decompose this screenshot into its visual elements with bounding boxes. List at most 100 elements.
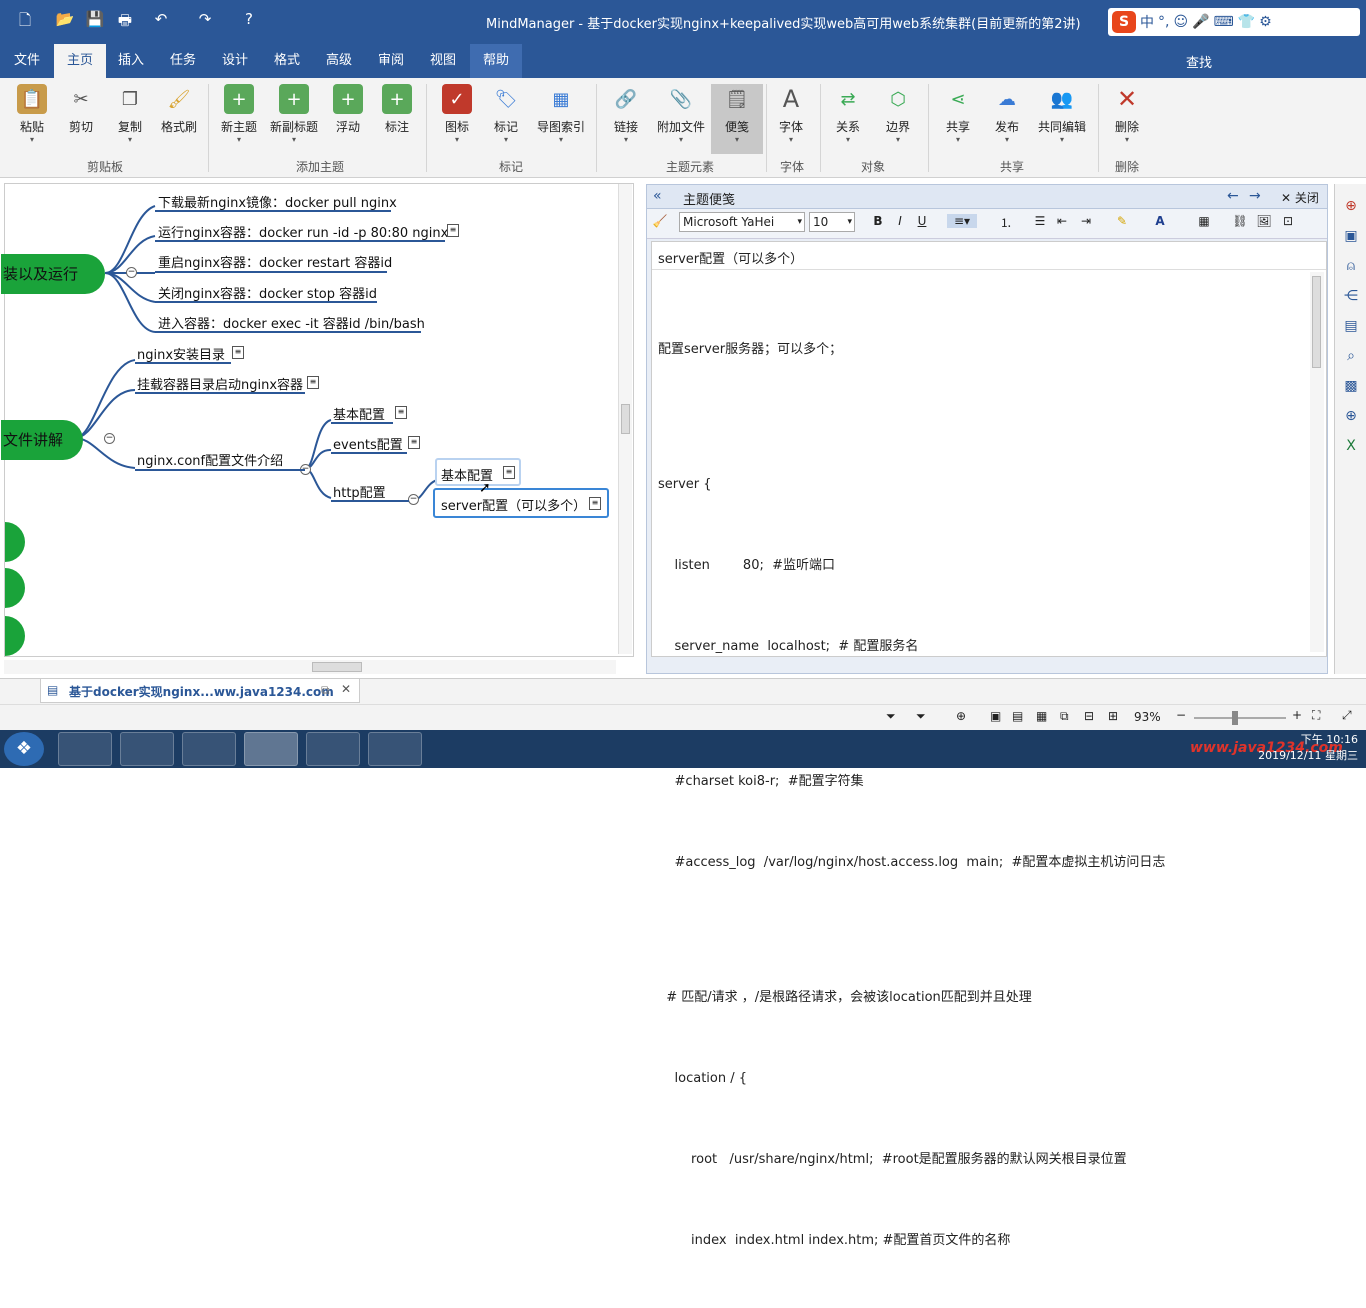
full-screen-icon[interactable]: ⤢ bbox=[1342, 708, 1352, 723]
icon-button[interactable]: ✓ 图标 ▾ bbox=[431, 84, 483, 144]
menu-insert[interactable]: 插入 bbox=[108, 44, 154, 78]
copy-button[interactable]: ❐ 复制 ▾ bbox=[104, 84, 156, 145]
skin-icon[interactable]: 👕 bbox=[1238, 14, 1255, 30]
taskbar-chrome[interactable] bbox=[306, 732, 360, 766]
note-icon[interactable]: ≡ bbox=[307, 376, 319, 389]
sogou-icon[interactable]: S bbox=[1112, 11, 1136, 33]
ime-punct[interactable]: °, bbox=[1158, 14, 1169, 30]
new-subtopic-button[interactable]: + 新副标题 ▾ bbox=[266, 84, 322, 144]
topic-stop[interactable]: 关闭nginx容器：docker stop 容器id bbox=[158, 283, 377, 302]
publish-button[interactable]: ☁ 发布 ▾ bbox=[981, 84, 1033, 145]
topic-events-config[interactable]: events配置 bbox=[333, 434, 403, 453]
paste-button[interactable]: 📋 粘贴 ▾ bbox=[6, 84, 58, 144]
underline-icon[interactable]: U bbox=[913, 214, 931, 228]
prev-arrow-icon[interactable]: ← bbox=[1227, 188, 1239, 204]
fit-page-icon[interactable]: ⛶ bbox=[1312, 708, 1320, 723]
restore-icon[interactable]: ⧉ bbox=[321, 683, 330, 698]
note-icon[interactable]: ≡ bbox=[589, 497, 601, 510]
note-icon[interactable]: ≡ bbox=[232, 346, 244, 359]
print-icon[interactable]: 🖶 bbox=[114, 10, 136, 35]
next-arrow-icon[interactable]: → bbox=[1249, 188, 1261, 204]
view-linked-icon[interactable]: ⧉ bbox=[1060, 709, 1069, 724]
taskbar-app-1[interactable] bbox=[58, 732, 112, 766]
redo-icon[interactable]: ↷ bbox=[194, 10, 216, 28]
zoom-fit-icon[interactable]: ⊕ bbox=[956, 709, 966, 723]
canvas-horizontal-scrollbar[interactable] bbox=[4, 660, 616, 674]
topic-http-config[interactable]: http配置 bbox=[333, 482, 386, 501]
taskbar-app-3[interactable] bbox=[182, 732, 236, 766]
topic-server-config[interactable]: server配置（可以多个） bbox=[441, 495, 586, 514]
collapse-panel-icon[interactable]: « bbox=[653, 188, 662, 204]
outdent-icon[interactable]: ⇤ bbox=[1053, 214, 1071, 228]
emoji-icon[interactable]: ☺ bbox=[1173, 14, 1188, 30]
keyboard-icon[interactable]: ⌨ bbox=[1214, 14, 1234, 30]
zoom-slider[interactable] bbox=[1194, 711, 1286, 725]
scroll-thumb[interactable] bbox=[1312, 276, 1321, 368]
system-clock[interactable]: 下午 10:16 2019/12/11 星期三 bbox=[1258, 732, 1358, 764]
save-icon[interactable]: 💾 bbox=[84, 10, 106, 28]
numbered-list-icon[interactable]: ⒈ bbox=[997, 214, 1015, 231]
format-brush-icon[interactable]: 🧹 bbox=[651, 214, 669, 228]
cut-button[interactable]: ✂ 剪切 bbox=[55, 84, 107, 135]
library-icon[interactable]: ▩ bbox=[1341, 378, 1361, 398]
close-tab-icon[interactable]: ✕ bbox=[341, 682, 351, 696]
map-index-button[interactable]: ▦ 导图索引 ▾ bbox=[532, 84, 590, 145]
contacts-icon[interactable]: ▤ bbox=[1341, 318, 1361, 338]
bullet-list-icon[interactable]: ☰ bbox=[1031, 214, 1049, 228]
hyperlink-icon[interactable]: ⛓ bbox=[1231, 214, 1249, 228]
italic-icon[interactable]: I bbox=[891, 214, 909, 228]
topic-nginx-conf[interactable]: nginx.conf配置文件介绍 bbox=[137, 450, 283, 469]
taskbar-explorer[interactable] bbox=[368, 732, 422, 766]
co-edit-button[interactable]: 👥 共同编辑 ▾ bbox=[1032, 84, 1092, 145]
topic-restart[interactable]: 重启nginx容器：docker restart 容器id bbox=[158, 252, 392, 271]
collapse-toggle[interactable]: − bbox=[104, 433, 115, 444]
mindmap-canvas[interactable]: 装以及运行 文件讲解 − − − − 下载最新nginx镜像：docker pu… bbox=[1, 183, 634, 657]
menu-format[interactable]: 格式 bbox=[264, 44, 310, 78]
filter-advanced-icon[interactable]: ⏷ bbox=[916, 709, 926, 724]
align-left-icon[interactable]: ≡▾ bbox=[947, 214, 977, 228]
view-outline-icon[interactable]: ▤ bbox=[1012, 709, 1023, 723]
collapse-toggle[interactable]: − bbox=[126, 267, 137, 278]
callout-button[interactable]: + 标注 bbox=[371, 84, 423, 135]
calendar-icon[interactable]: ▣ bbox=[1341, 228, 1361, 248]
taskbar-app-2[interactable] bbox=[120, 732, 174, 766]
tools-icon[interactable]: ⚙ bbox=[1259, 14, 1272, 30]
ime-toolbar[interactable]: S 中 °, ☺ 🎤 ⌨ 👕 ⚙ bbox=[1108, 8, 1360, 36]
person-icon[interactable]: ⍝ bbox=[1341, 258, 1361, 278]
topic-mount[interactable]: 挂载容器目录启动nginx容器 bbox=[137, 374, 303, 393]
note-icon[interactable]: ≡ bbox=[503, 466, 515, 479]
bold-icon[interactable]: B bbox=[869, 214, 887, 228]
topic-exec[interactable]: 进入容器：docker exec -it 容器id /bin/bash bbox=[158, 313, 425, 332]
view-gantt-icon[interactable]: ⊟ bbox=[1084, 709, 1094, 723]
note-icon[interactable]: ≡ bbox=[408, 436, 420, 449]
zoom-in-icon[interactable]: + bbox=[1292, 708, 1302, 722]
menu-help[interactable]: 帮助 bbox=[470, 44, 522, 78]
menu-file[interactable]: 文件 bbox=[4, 44, 50, 78]
font-size-select[interactable]: 10 ▾ bbox=[809, 212, 855, 232]
mic-icon[interactable]: 🎤 bbox=[1192, 14, 1209, 30]
new-file-icon[interactable]: 🗋 bbox=[14, 10, 36, 35]
menu-design[interactable]: 设计 bbox=[212, 44, 258, 78]
open-folder-icon[interactable]: 📂 bbox=[54, 10, 76, 28]
highlight-icon[interactable]: ✎ bbox=[1113, 214, 1131, 228]
boundary-button[interactable]: ⬡ 边界 ▾ bbox=[872, 84, 924, 145]
format-painter-button[interactable]: 🖌 格式刷 bbox=[153, 84, 205, 135]
view-slides-icon[interactable]: ⊞ bbox=[1108, 709, 1118, 723]
search-icon[interactable]: ⌕ bbox=[1341, 348, 1361, 368]
insert-object-icon[interactable]: ⊡ bbox=[1279, 214, 1297, 228]
ime-mode[interactable]: 中 bbox=[1140, 12, 1154, 32]
link-button[interactable]: 🔗 链接 ▾ bbox=[600, 84, 652, 145]
notes-button[interactable]: 🗒 便笺 ▾ bbox=[711, 84, 763, 154]
canvas-vertical-scrollbar[interactable] bbox=[618, 184, 632, 654]
start-button[interactable]: ❖ bbox=[4, 732, 44, 766]
menu-view[interactable]: 视图 bbox=[420, 44, 466, 78]
view-map-icon[interactable]: ▣ bbox=[990, 709, 1001, 723]
collapse-toggle[interactable]: − bbox=[408, 494, 419, 505]
attach-file-button[interactable]: 📎 附加文件 ▾ bbox=[653, 84, 709, 145]
topic-install-dir[interactable]: nginx安装目录 bbox=[137, 344, 225, 363]
view-schedule-icon[interactable]: ▦ bbox=[1036, 709, 1047, 723]
relationship-button[interactable]: ⇄ 关系 ▾ bbox=[822, 84, 874, 145]
topic-pull[interactable]: 下载最新nginx镜像：docker pull nginx bbox=[158, 192, 397, 211]
menu-advanced[interactable]: 高级 bbox=[316, 44, 362, 78]
menu-task[interactable]: 任务 bbox=[160, 44, 206, 78]
